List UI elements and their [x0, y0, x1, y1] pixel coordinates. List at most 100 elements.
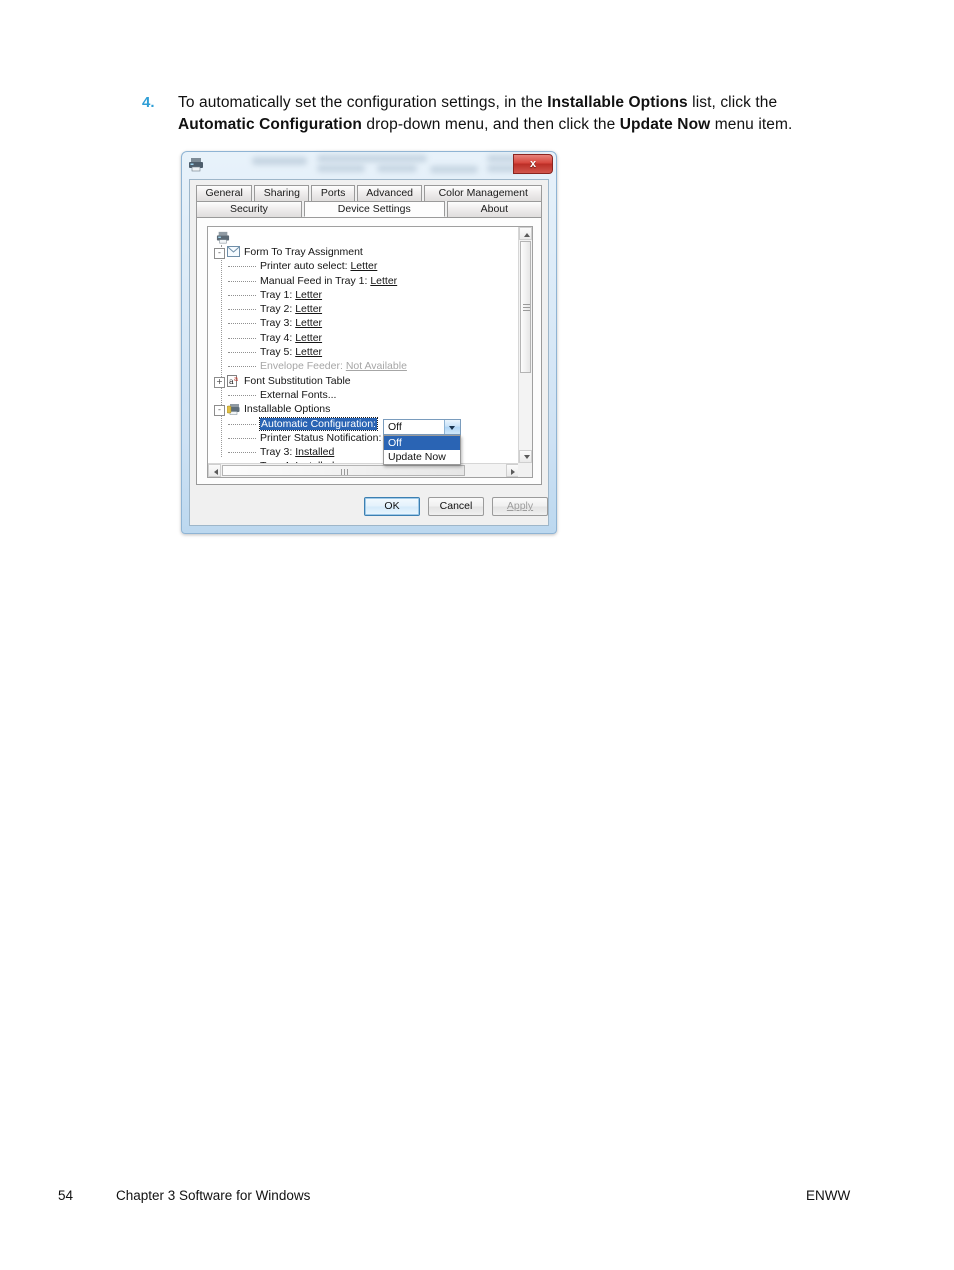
tab-security[interactable]: Security: [196, 201, 302, 217]
tab-device-settings[interactable]: Device Settings: [303, 201, 445, 217]
scroll-left-button[interactable]: [208, 464, 221, 477]
tree-node-label: Automatic Configuration:: [259, 416, 378, 431]
tree-node-label: Tray 3: Letter: [260, 317, 323, 330]
tree-node-value[interactable]: Installed: [295, 446, 334, 458]
printer-properties-dialog: x General Sharing Ports Advanced Color Manag…: [181, 151, 557, 534]
tree-connector: [228, 394, 256, 396]
tree-node-label: Printer Status Notification:: [260, 431, 382, 444]
tree-connector: [228, 437, 256, 439]
tree-node-label: External Fonts...: [260, 388, 337, 401]
tab-general[interactable]: General: [196, 185, 253, 201]
tree-node[interactable]: Printer auto select: Letter: [214, 259, 498, 273]
expand-icon[interactable]: +: [214, 376, 225, 388]
vertical-scroll-thumb[interactable]: [520, 241, 531, 373]
tree-node-value[interactable]: Letter: [295, 303, 322, 315]
tree-node-value[interactable]: Not Available: [346, 360, 407, 372]
combobox-value: Off: [388, 421, 402, 433]
horizontal-scroll-thumb[interactable]: [222, 465, 465, 476]
tree-node-label: Tray 2: Letter: [260, 303, 323, 316]
dropdown-option-off[interactable]: Off: [384, 436, 460, 450]
step-number: 4.: [142, 94, 155, 111]
tree-connector: [228, 294, 256, 296]
tree-node-label: Installable Options: [244, 403, 331, 416]
tree-horizontal-scrollbar[interactable]: [208, 463, 519, 477]
body-text: list, click the: [687, 94, 778, 111]
tree-node[interactable]: - Form To Tray Assignment: [214, 245, 498, 259]
ok-button[interactable]: OK: [364, 497, 420, 516]
tree-node-value[interactable]: Letter: [295, 346, 322, 358]
tree-node[interactable]: Manual Feed in Tray 1: Letter: [214, 274, 498, 288]
tree-node-label: Manual Feed in Tray 1: Letter: [260, 274, 398, 287]
tree-node[interactable]: Tray 1: Letter: [214, 288, 498, 302]
device-settings-tab-page: - Form To Tray Assignment Printer auto sel…: [196, 217, 542, 485]
tree-vertical-scrollbar[interactable]: [518, 227, 532, 463]
form-tray-icon: [227, 246, 240, 258]
collapse-icon[interactable]: -: [214, 248, 225, 259]
tab-strip: General Sharing Ports Advanced Color Managem…: [196, 185, 543, 217]
dropdown-option-update-now[interactable]: Update Now: [384, 450, 460, 464]
footer-page-number: 54: [58, 1188, 74, 1203]
tab-sharing[interactable]: Sharing: [254, 185, 310, 201]
svg-text:a: a: [234, 375, 238, 383]
tree-node-label: Tray 3: Installed: [260, 446, 335, 459]
chevron-down-icon[interactable]: [444, 420, 460, 434]
tree-node[interactable]: Tray 3: Letter: [214, 316, 498, 330]
tree-node[interactable]: Tray 4: Letter: [214, 331, 498, 345]
font-substitution-icon: aa: [227, 374, 240, 387]
tree-node[interactable]: External Fonts...: [214, 388, 498, 402]
tree-connector: [228, 280, 256, 282]
collapse-icon[interactable]: -: [214, 405, 225, 417]
tree-node-label: Tray 5: Letter: [260, 346, 323, 359]
tab-about[interactable]: About: [446, 201, 543, 217]
scroll-up-button[interactable]: [519, 227, 532, 240]
body-text: menu item.: [710, 116, 793, 133]
tab-row-secondary: Security Device Settings About: [196, 201, 543, 217]
footer-chapter-title: Chapter 3 Software for Windows: [116, 1188, 311, 1203]
tree-node-label: Printer auto select: Letter: [260, 260, 378, 273]
automatic-configuration-combobox[interactable]: Off: [383, 419, 461, 435]
close-button[interactable]: x: [513, 154, 553, 174]
dialog-button-bar: OK Cancel Apply: [190, 497, 550, 517]
tab-advanced[interactable]: Advanced: [356, 185, 423, 201]
dialog-client-area: General Sharing Ports Advanced Color Managem…: [189, 179, 549, 526]
emphasis-text: Installable Options: [547, 94, 688, 111]
tree-node[interactable]: - Installable Options: [214, 402, 498, 417]
printer-icon: [189, 158, 203, 172]
dialog-titlebar[interactable]: x: [182, 152, 556, 178]
tree-node[interactable]: + a a Font Substitution Table: [214, 374, 498, 388]
step-text: To automatically set the configuration s…: [178, 92, 842, 136]
tree-node-label: Envelope Feeder: Not Available: [260, 360, 407, 373]
tree-node-selected-text: Automatic Configuration:: [259, 416, 378, 431]
tree-connector: [228, 309, 256, 311]
tab-color-management[interactable]: Color Management: [424, 185, 542, 201]
scrollbar-corner: [518, 463, 532, 477]
cancel-button[interactable]: Cancel: [428, 497, 484, 516]
tree-connector: [228, 352, 256, 354]
instruction-step: 4. To automatically set the configuratio…: [142, 92, 842, 136]
emphasis-text: Update Now: [619, 116, 711, 133]
apply-button[interactable]: Apply: [492, 497, 548, 516]
tree-node[interactable]: Envelope Feeder: Not Available: [214, 359, 498, 373]
tree-node[interactable]: Tray 5: Letter: [214, 345, 498, 359]
body-text: To automatically set the configuration s…: [178, 94, 548, 111]
device-settings-tree-container: - Form To Tray Assignment Printer auto sel…: [207, 226, 533, 478]
scroll-down-button[interactable]: [519, 450, 532, 463]
tree-node[interactable]: Tray 2: Letter: [214, 302, 498, 316]
tree-connector: [228, 266, 256, 268]
tree-node-value[interactable]: Letter: [295, 332, 322, 344]
tree-connector: [228, 452, 256, 454]
emphasis-text: Automatic Configuration: [178, 116, 362, 133]
tree-connector: [228, 423, 256, 425]
automatic-configuration-dropdown-list[interactable]: Off Update Now: [383, 435, 461, 465]
tree-node-value[interactable]: Letter: [295, 289, 322, 301]
tree-connector: [228, 366, 256, 368]
tab-row-primary: General Sharing Ports Advanced Color Managem…: [196, 185, 542, 201]
tree-node-label: Font Substitution Table: [244, 374, 351, 387]
tree-node-value[interactable]: Letter: [295, 317, 322, 329]
tree-node-value[interactable]: Letter: [350, 260, 377, 272]
tab-ports[interactable]: Ports: [311, 185, 355, 201]
body-text: drop-down menu, and then click the: [361, 116, 620, 133]
tree-node-label: Form To Tray Assignment: [244, 246, 363, 258]
tree-node-label: Tray 4: Letter: [260, 331, 323, 344]
tree-node-value[interactable]: Letter: [370, 275, 397, 287]
